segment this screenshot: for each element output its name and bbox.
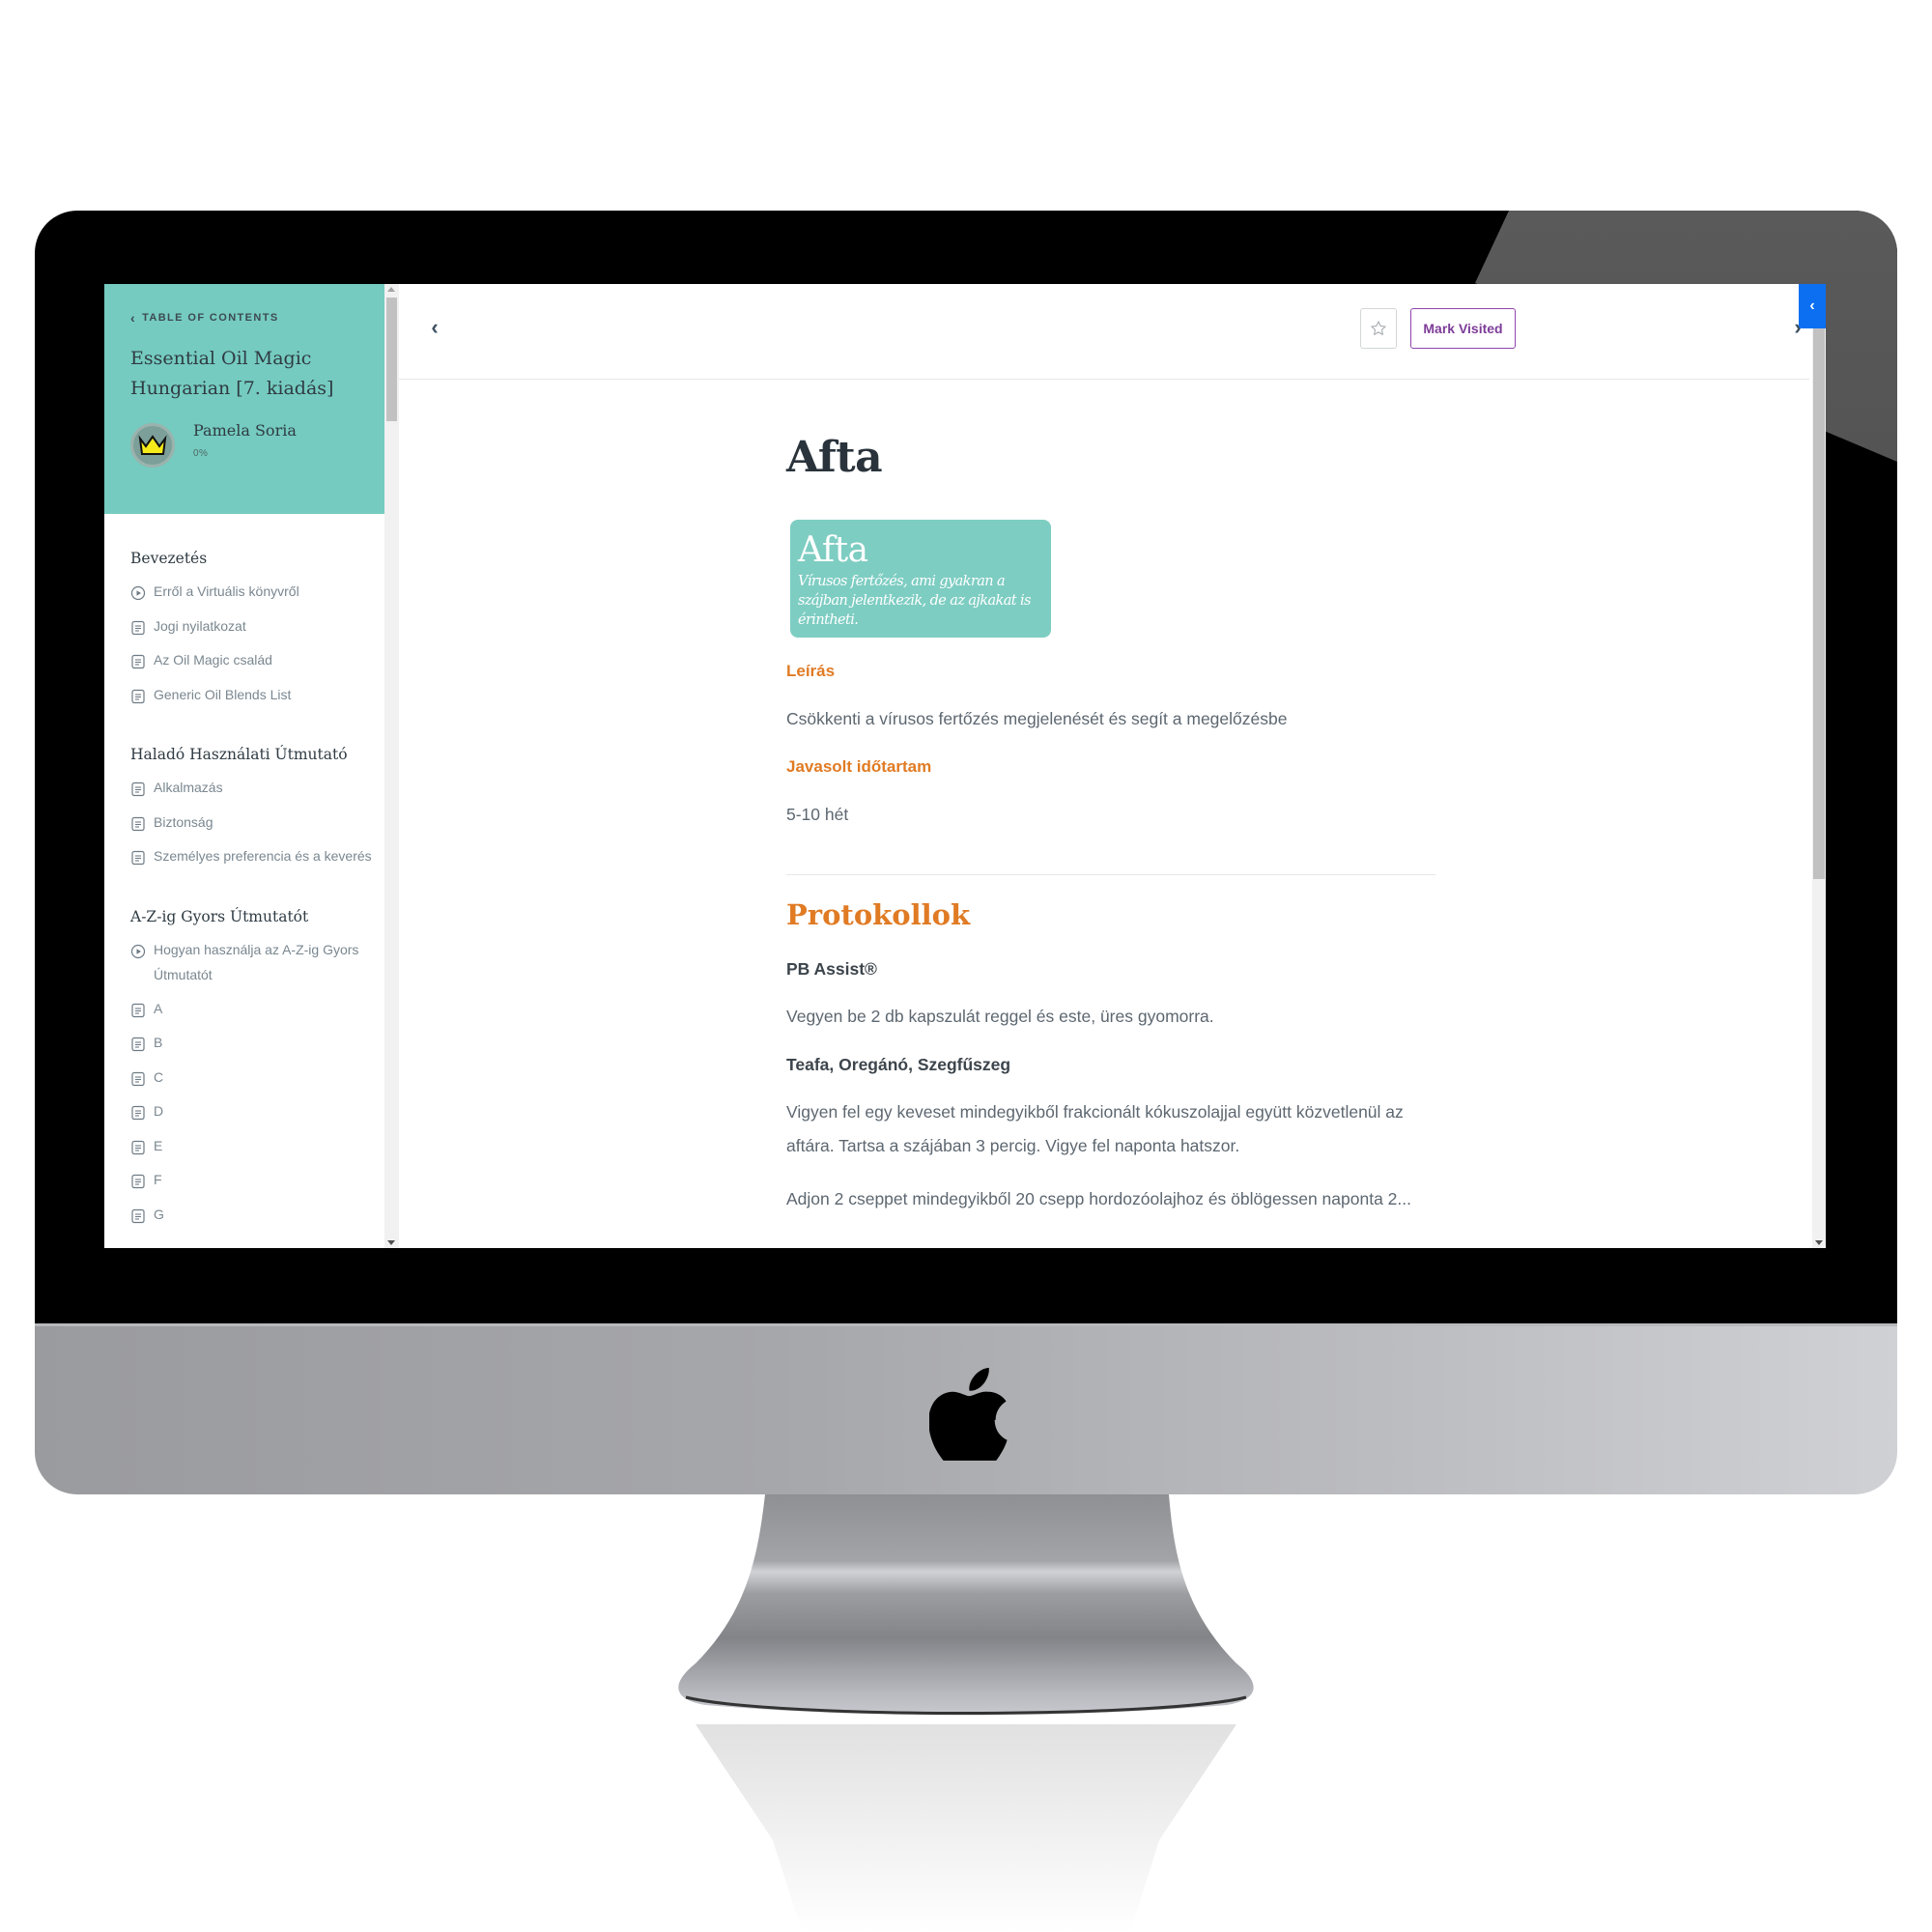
toc-item[interactable]: A xyxy=(130,996,372,1031)
toc-list: Bevezetés Erről a Virtuális könyvről Jogi … xyxy=(130,545,372,1248)
prev-page-button[interactable]: ‹ xyxy=(422,313,447,342)
topbar: ‹ Mark Visited › xyxy=(399,284,1809,380)
play-circle-icon xyxy=(130,942,146,958)
document-icon xyxy=(130,618,146,635)
toc-item[interactable]: Erről a Virtuális könyvről xyxy=(130,579,372,613)
toc-item[interactable]: Személyes preferencia és a keverés xyxy=(130,843,372,878)
toc-section-title: A-Z-ig Gyors Útmutatót xyxy=(130,907,309,925)
toc-item[interactable]: F xyxy=(130,1167,372,1202)
scroll-down-arrow-icon[interactable] xyxy=(387,1240,395,1245)
user-name: Pamela Soria xyxy=(193,421,297,440)
section-divider xyxy=(786,874,1435,875)
apple-logo-icon xyxy=(929,1368,1008,1461)
document-icon xyxy=(130,1069,146,1086)
toc-item[interactable]: Az Oil Magic család xyxy=(130,647,372,682)
toc-item-label: D xyxy=(154,1103,164,1119)
toc-item-label: C xyxy=(154,1068,164,1085)
document-icon xyxy=(130,848,146,866)
document-icon xyxy=(130,652,146,669)
sidebar-header: ‹ TABLE OF CONTENTS Essential Oil Magic … xyxy=(104,284,384,514)
main-pane: ‹ Mark Visited › ‹ Afta Afta Vírusos fer… xyxy=(399,284,1826,1248)
document-icon xyxy=(130,1001,146,1017)
document-icon xyxy=(130,1035,146,1052)
protocol-text: Vigyen fel egy keveset mindegyikből frak… xyxy=(786,1102,1404,1155)
hero-title: Afta xyxy=(798,530,868,570)
description-text: Csökkenti a vírusos fertőzés megjelenésé… xyxy=(786,709,1288,728)
toc-section: Haladó Használati Útmutató Alkalmazás Bizt… xyxy=(130,741,372,878)
monitor-stand xyxy=(678,1494,1254,1716)
document-icon xyxy=(130,780,146,797)
hero-subtitle: Vírusos fertőzés, ami gyakran a szájban … xyxy=(798,574,1031,628)
toc-item[interactable]: Biztonság xyxy=(130,810,372,844)
duration-text: 5-10 hét xyxy=(786,805,849,824)
table-of-contents-link[interactable]: ‹ TABLE OF CONTENTS xyxy=(130,310,279,326)
protocol-text-truncated: Adjon 2 cseppet mindegyikből 20 csepp ho… xyxy=(786,1189,1411,1208)
toc-item-label: F xyxy=(154,1172,162,1187)
book-title: Essential Oil Magic Hungarian [7. kiadás… xyxy=(130,348,334,399)
user-progress: 0% xyxy=(193,448,209,459)
article-content: Afta Afta Vírusos fertőzés, ami gyakran … xyxy=(786,429,1435,1216)
document-icon xyxy=(130,687,146,703)
chevron-left-icon: ‹ xyxy=(1809,298,1815,314)
toc-item-label: Biztonság xyxy=(154,813,213,830)
avatar[interactable] xyxy=(130,423,175,468)
main-scrollbar[interactable] xyxy=(1812,328,1826,1248)
toc-section-title: Bevezetés xyxy=(130,550,208,567)
toc-item-label: G xyxy=(154,1206,164,1222)
toc-item[interactable]: Generic Oil Blends List xyxy=(130,682,372,717)
toc-item[interactable]: C xyxy=(130,1065,372,1099)
toc-item-label: Erről a Virtuális könyvről xyxy=(154,583,299,599)
toc-item-label: E xyxy=(154,1137,163,1153)
chevron-left-icon: ‹ xyxy=(130,310,137,326)
scroll-up-arrow-icon[interactable] xyxy=(387,287,395,292)
toc-item[interactable]: D xyxy=(130,1098,372,1133)
toc-item-label: Személyes preferencia és a keverés xyxy=(154,848,372,864)
crown-icon xyxy=(138,435,167,455)
document-icon xyxy=(130,1138,146,1154)
toc-item-label: B xyxy=(154,1035,163,1050)
toc-item[interactable]: E xyxy=(130,1133,372,1168)
protocol-name: PB Assist® xyxy=(786,959,877,979)
stand-reflection xyxy=(696,1724,1236,1932)
document-icon xyxy=(130,1207,146,1223)
toc-link-label: TABLE OF CONTENTS xyxy=(142,312,279,324)
toc-item[interactable]: B xyxy=(130,1030,372,1065)
sidebar-scrollbar[interactable] xyxy=(384,284,399,1248)
toc-item[interactable]: Alkalmazás xyxy=(130,775,372,810)
page-title: Afta xyxy=(786,433,883,482)
star-icon xyxy=(1371,321,1386,335)
protocol-text: Vegyen be 2 db kapszulát reggel és este,… xyxy=(786,1007,1214,1026)
document-icon xyxy=(130,1103,146,1121)
bookmark-star-button[interactable] xyxy=(1360,308,1397,349)
hero-card: Afta Vírusos fertőzés, ami gyakran a szá… xyxy=(790,520,1051,638)
toc-item-label: Az Oil Magic család xyxy=(154,652,272,668)
document-icon xyxy=(130,1172,146,1189)
toc-item-label: A xyxy=(154,1000,163,1016)
play-circle-icon xyxy=(130,583,146,601)
description-label: Leírás xyxy=(786,662,836,680)
protocols-title: Protokollok xyxy=(786,898,971,931)
toc-item[interactable]: Hogyan használja az A-Z-ig Gyors Útmutat… xyxy=(130,937,372,996)
duration-label: Javasolt időtartam xyxy=(786,757,932,776)
mark-visited-button[interactable]: Mark Visited xyxy=(1410,308,1516,349)
toc-item[interactable]: Jogi nyilatkozat xyxy=(130,613,372,648)
screen: ‹ TABLE OF CONTENTS Essential Oil Magic … xyxy=(104,284,1826,1248)
toc-section: Bevezetés Erről a Virtuális könyvről Jogi … xyxy=(130,545,372,716)
toc-item-label: Generic Oil Blends List xyxy=(154,686,292,702)
sidebar-scrollbar-thumb[interactable] xyxy=(386,298,397,421)
protocol-name: Teafa, Oregánó, Szegfűszeg xyxy=(786,1055,1011,1074)
toc-item-label: Hogyan használja az A-Z-ig Gyors Útmutat… xyxy=(154,941,359,982)
toc-item-label: Alkalmazás xyxy=(154,780,223,795)
panel-toggle-button[interactable]: ‹ xyxy=(1799,284,1826,328)
scroll-down-arrow-icon[interactable] xyxy=(1815,1240,1823,1245)
toc-section: A-Z-ig Gyors Útmutatót Hogyan használja a… xyxy=(130,903,372,1236)
main-scrollbar-thumb[interactable] xyxy=(1813,328,1825,879)
sidebar: ‹ TABLE OF CONTENTS Essential Oil Magic … xyxy=(104,284,399,1248)
chevron-left-icon: ‹ xyxy=(431,315,439,339)
toc-section-title: Haladó Használati Útmutató xyxy=(130,746,348,763)
document-icon xyxy=(130,814,146,831)
toc-item-label: Jogi nyilatkozat xyxy=(154,617,246,634)
toc-item[interactable]: G xyxy=(130,1202,372,1236)
